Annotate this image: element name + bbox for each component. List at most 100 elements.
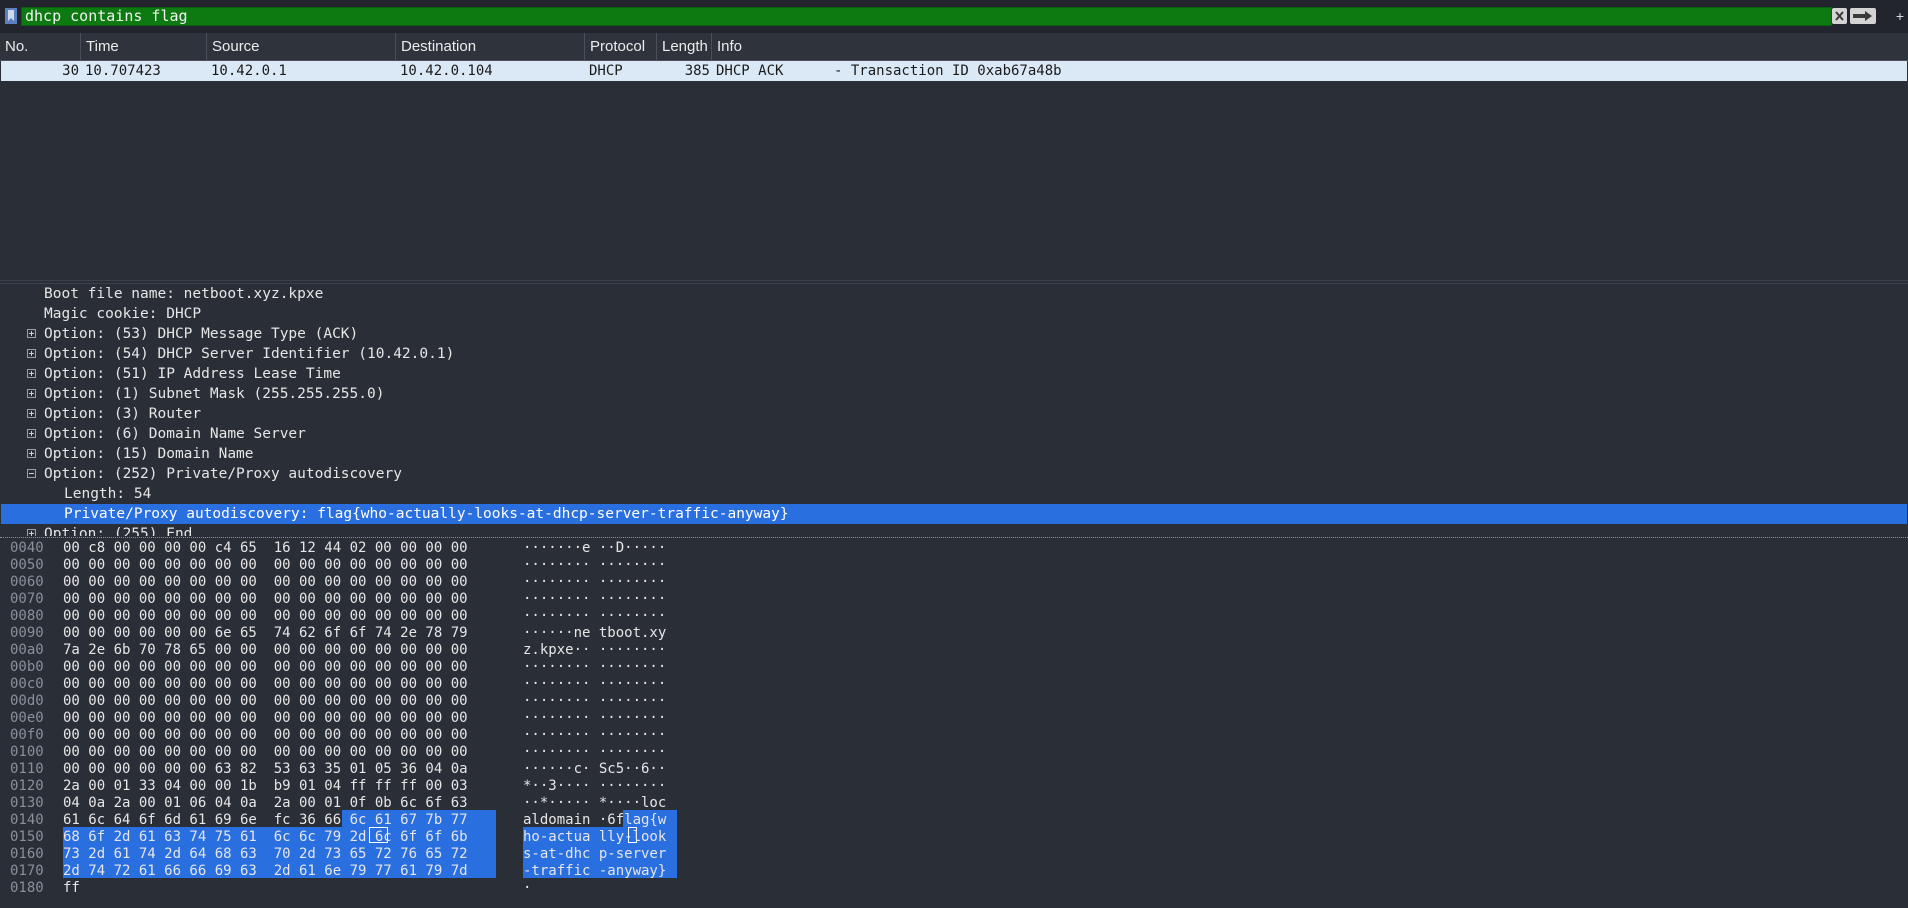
hex-ascii: *··3···· ········ [523, 778, 667, 794]
clear-filter-icon [1835, 11, 1844, 21]
hex-ascii: · [523, 880, 532, 896]
hex-bytes: 00 00 00 00 00 00 00 00 00 00 00 00 00 0… [63, 676, 468, 692]
hex-offset: 0100 [10, 744, 44, 760]
hex-offset: 0110 [10, 761, 44, 777]
hex-offset: 00e0 [10, 710, 44, 726]
apply-filter-button[interactable] [1850, 8, 1876, 24]
hex-ascii: ········ ········ [523, 727, 667, 743]
detail-row[interactable]: Option: (3) Router [0, 404, 1908, 424]
detail-row[interactable]: Option: (255) End [0, 524, 1908, 536]
packet-length: 385 [684, 63, 710, 79]
hex-offset: 0040 [10, 540, 44, 556]
column-header-info[interactable]: Info [712, 33, 1908, 60]
expand-toggle-icon[interactable] [27, 369, 36, 378]
hex-ascii: ········ ········ [523, 557, 667, 573]
hex-offset: 0120 [10, 778, 44, 794]
hex-bytes: 7a 2e 6b 70 78 65 00 00 00 00 00 00 00 0… [63, 642, 468, 658]
detail-text: Option: (3) Router [44, 406, 202, 422]
column-header-no[interactable]: No. [0, 33, 81, 60]
column-header-destination[interactable]: Destination [396, 33, 585, 60]
detail-row[interactable]: Length: 54 [0, 484, 1908, 504]
plus-icon[interactable]: + [1893, 8, 1907, 24]
expand-toggle-icon[interactable] [27, 409, 36, 418]
packet-bytes-pane[interactable]: 0040 00 c8 00 00 00 00 c4 65 16 12 44 02 … [0, 537, 1908, 908]
packet-list-pane: No. Time Source Destination Protocol Len… [0, 33, 1908, 281]
detail-row[interactable]: Option: (1) Subnet Mask (255.255.255.0) [0, 384, 1908, 404]
display-filter-input[interactable]: dhcp contains flag [21, 7, 1832, 26]
packet-info: DHCP ACK - Transaction ID 0xab67a48b [716, 63, 1062, 79]
expand-toggle-icon[interactable] [27, 429, 36, 438]
hex-bytes: 73 2d 61 74 2d 64 68 63 70 2d 73 65 72 7… [63, 846, 468, 862]
hex-bytes: 00 00 00 00 00 00 63 82 53 63 35 01 05 3… [63, 761, 468, 777]
hex-bytes: 00 00 00 00 00 00 00 00 00 00 00 00 00 0… [63, 557, 468, 573]
hex-bytes: 00 00 00 00 00 00 00 00 00 00 00 00 00 0… [63, 727, 468, 743]
detail-row[interactable]: Option: (6) Domain Name Server [0, 424, 1908, 444]
collapse-toggle-icon[interactable] [27, 469, 36, 478]
hex-bytes: 2d 74 72 61 66 66 69 63 2d 61 6e 79 77 6… [63, 863, 468, 879]
hex-ascii: -traffic -anyway} [523, 863, 667, 879]
hex-ascii: ········ ········ [523, 710, 667, 726]
packet-details-pane: Boot file name: netboot.xyz.kpxe Magic c… [0, 283, 1908, 536]
hex-offset: 0090 [10, 625, 44, 641]
hex-offset: 00c0 [10, 676, 44, 692]
hex-bytes: 61 6c 64 6f 6d 61 69 6e fc 36 66 6c 61 6… [63, 812, 468, 828]
hex-bytes: 00 00 00 00 00 00 00 00 00 00 00 00 00 0… [63, 693, 468, 709]
detail-row[interactable]: Magic cookie: DHCP [0, 304, 1908, 324]
hex-bytes: 00 c8 00 00 00 00 c4 65 16 12 44 02 00 0… [63, 540, 468, 556]
expand-toggle-icon[interactable] [27, 449, 36, 458]
detail-text: Option: (6) Domain Name Server [44, 426, 306, 442]
hex-offset: 00b0 [10, 659, 44, 675]
hex-offset: 0080 [10, 608, 44, 624]
column-header-source[interactable]: Source [207, 33, 396, 60]
column-header-time[interactable]: Time [81, 33, 207, 60]
column-header-length[interactable]: Length [657, 33, 712, 60]
hex-bytes: 00 00 00 00 00 00 00 00 00 00 00 00 00 0… [63, 591, 468, 607]
detail-text: Length: 54 [64, 486, 152, 502]
packet-destination: 10.42.0.104 [400, 63, 493, 79]
hex-bytes: 00 00 00 00 00 00 6e 65 74 62 6f 6f 74 2… [63, 625, 468, 641]
hex-bytes: 00 00 00 00 00 00 00 00 00 00 00 00 00 0… [63, 574, 468, 590]
hex-ascii: ·······e ··D····· [523, 540, 667, 556]
hex-bytes: 68 6f 2d 61 63 74 75 61 6c 6c 79 2d 6c 6… [63, 829, 468, 845]
detail-row[interactable]: Option: (15) Domain Name [0, 444, 1908, 464]
hex-bytes: 00 00 00 00 00 00 00 00 00 00 00 00 00 0… [63, 710, 468, 726]
expand-toggle-icon[interactable] [27, 329, 36, 338]
detail-text: Option: (51) IP Address Lease Time [44, 366, 341, 382]
column-header-protocol[interactable]: Protocol [585, 33, 657, 60]
hex-bytes: ff [63, 880, 80, 896]
hex-ascii: ho-actua lly-look [523, 829, 667, 845]
clear-filter-button[interactable] [1832, 8, 1847, 24]
expand-toggle-icon[interactable] [27, 529, 36, 536]
detail-text: Option: (255) End [44, 526, 193, 536]
hex-ascii: ······ne tboot.xy [523, 625, 667, 641]
detail-row[interactable]: Option: (53) DHCP Message Type (ACK) [0, 324, 1908, 344]
bookmark-icon[interactable] [5, 8, 17, 24]
hex-ascii: ········ ········ [523, 676, 667, 692]
hex-offset: 00a0 [10, 642, 44, 658]
detail-text: Option: (54) DHCP Server Identifier (10.… [44, 346, 455, 362]
detail-text: Option: (15) Domain Name [44, 446, 254, 462]
hex-bytes: 00 00 00 00 00 00 00 00 00 00 00 00 00 0… [63, 744, 468, 760]
hex-offset: 0130 [10, 795, 44, 811]
packet-source: 10.42.0.1 [211, 63, 287, 79]
detail-row[interactable]: Option: (252) Private/Proxy autodiscover… [0, 464, 1908, 484]
expand-toggle-icon[interactable] [27, 389, 36, 398]
hex-ascii: ········ ········ [523, 608, 667, 624]
hex-bytes: 04 0a 2a 00 01 06 04 0a 2a 00 01 0f 0b 6… [63, 795, 468, 811]
apply-arrow-icon [1853, 11, 1872, 21]
hex-offset: 0150 [10, 829, 44, 845]
hex-ascii: ······c· Sc5··6·· [523, 761, 667, 777]
hex-ascii: ········ ········ [523, 744, 667, 760]
detail-row[interactable]: Option: (54) DHCP Server Identifier (10.… [0, 344, 1908, 364]
detail-row-selected[interactable]: Private/Proxy autodiscovery: flag{who-ac… [1, 504, 1907, 524]
detail-row[interactable]: Option: (51) IP Address Lease Time [0, 364, 1908, 384]
packet-row[interactable]: 30 10.707423 10.42.0.1 10.42.0.104 DHCP … [1, 61, 1907, 81]
detail-row[interactable]: Boot file name: netboot.xyz.kpxe [0, 284, 1908, 304]
expand-toggle-icon[interactable] [27, 349, 36, 358]
hex-ascii: z.kpxe·· ········ [523, 642, 667, 658]
hex-ascii: ········ ········ [523, 693, 667, 709]
hex-ascii: s-at-dhc p-server [523, 846, 667, 862]
detail-text: Boot file name: netboot.xyz.kpxe [44, 286, 324, 302]
packet-list-header: No. Time Source Destination Protocol Len… [0, 33, 1908, 61]
hex-bytes: 2a 00 01 33 04 00 00 1b b9 01 04 ff ff f… [63, 778, 468, 794]
